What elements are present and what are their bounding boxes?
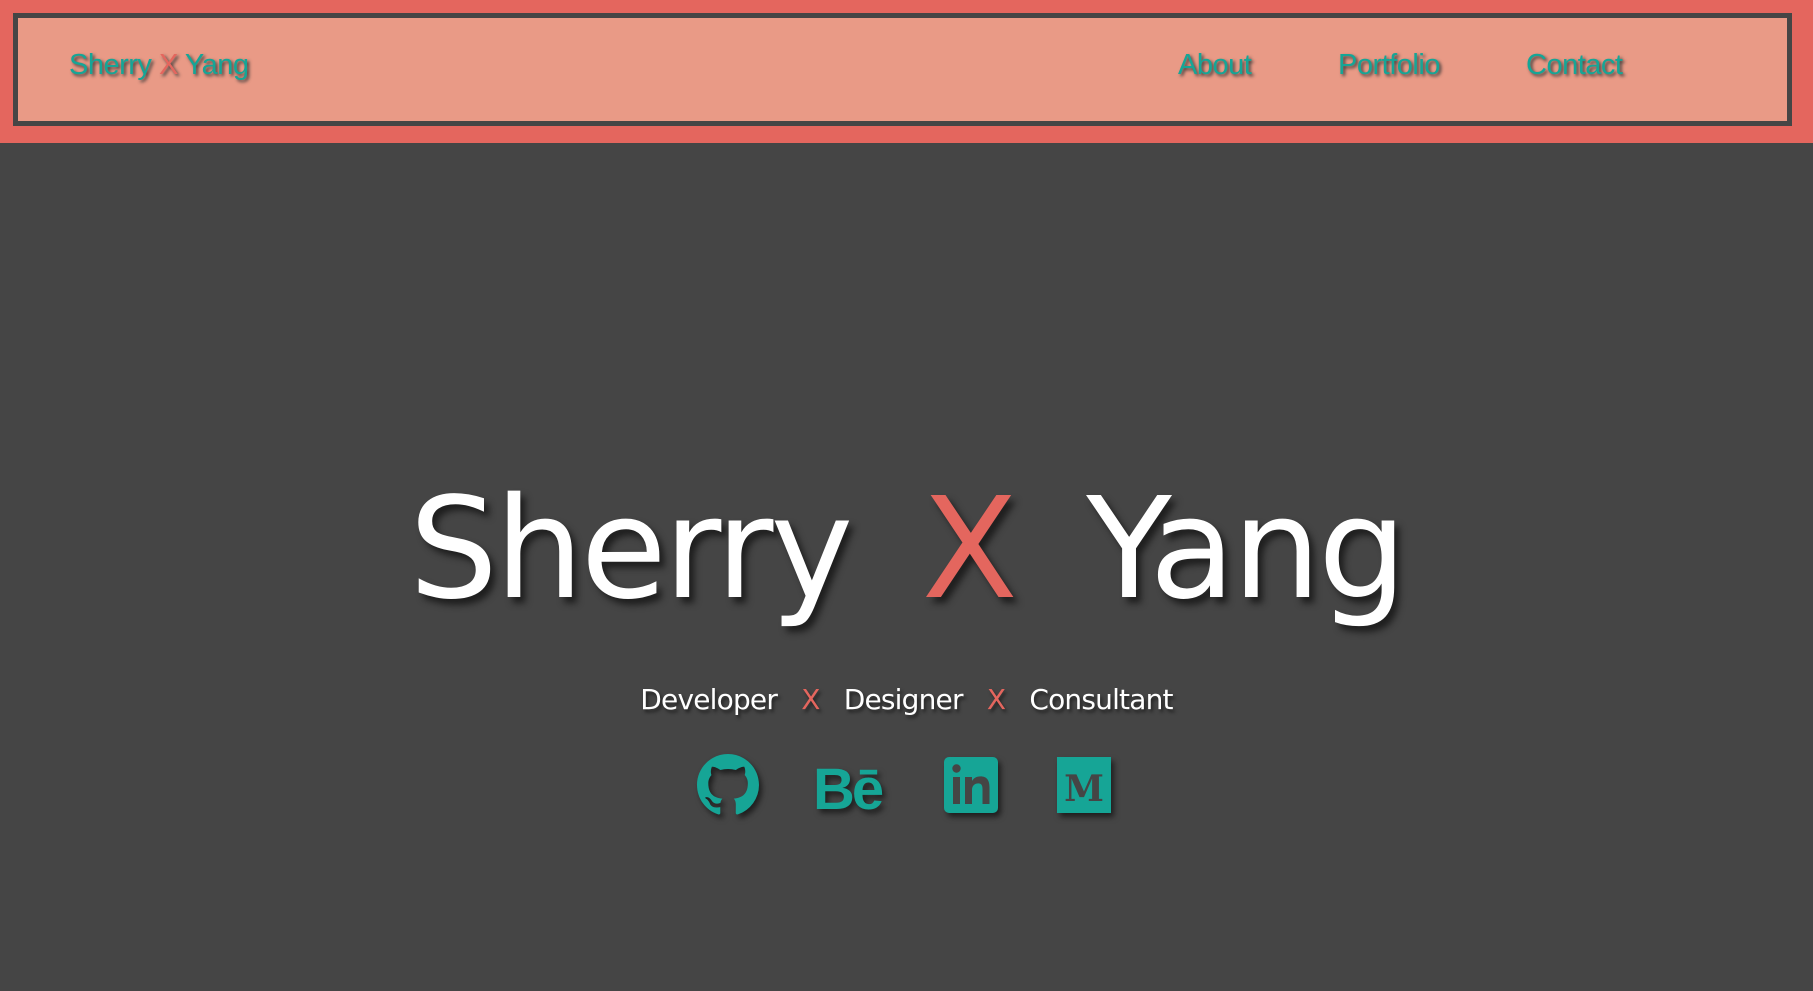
linkedin-link[interactable] xyxy=(942,753,1000,817)
hero-first-name: Sherry xyxy=(409,468,853,631)
header-panel: Sherry X Yang About Portfolio Contact xyxy=(13,13,1792,126)
main-nav: About Portfolio Contact xyxy=(18,49,1787,89)
behance-icon: Bē xyxy=(813,757,886,817)
hero-last-name: Yang xyxy=(1086,468,1407,631)
nav-contact-link[interactable]: Contact xyxy=(1526,49,1623,82)
role-consultant: Consultant xyxy=(1029,683,1173,716)
site-header: Sherry X Yang About Portfolio Contact xyxy=(0,0,1813,143)
hero-title: Sherry X Yang xyxy=(0,470,1813,630)
hero-x: X xyxy=(921,468,1018,631)
role-designer: Designer xyxy=(843,683,964,716)
role-separator-2: X xyxy=(986,683,1006,716)
linkedin-icon xyxy=(944,757,998,813)
medium-icon: M xyxy=(1057,757,1111,813)
behance-link[interactable]: Bē xyxy=(813,753,889,817)
role-separator-1: X xyxy=(801,683,820,716)
nav-portfolio-link[interactable]: Portfolio xyxy=(1338,49,1440,82)
medium-link[interactable]: M xyxy=(1055,753,1113,817)
medium-glyph: M xyxy=(1064,768,1104,810)
github-icon xyxy=(697,754,759,815)
roles-subtitle: Developer X Designer X Consultant xyxy=(0,680,1813,720)
nav-about-link[interactable]: About xyxy=(1178,49,1252,82)
github-link[interactable] xyxy=(697,753,759,817)
role-developer: Developer xyxy=(640,683,778,716)
social-links: Bē M xyxy=(0,753,1813,817)
behance-glyph: Bē xyxy=(813,757,883,817)
